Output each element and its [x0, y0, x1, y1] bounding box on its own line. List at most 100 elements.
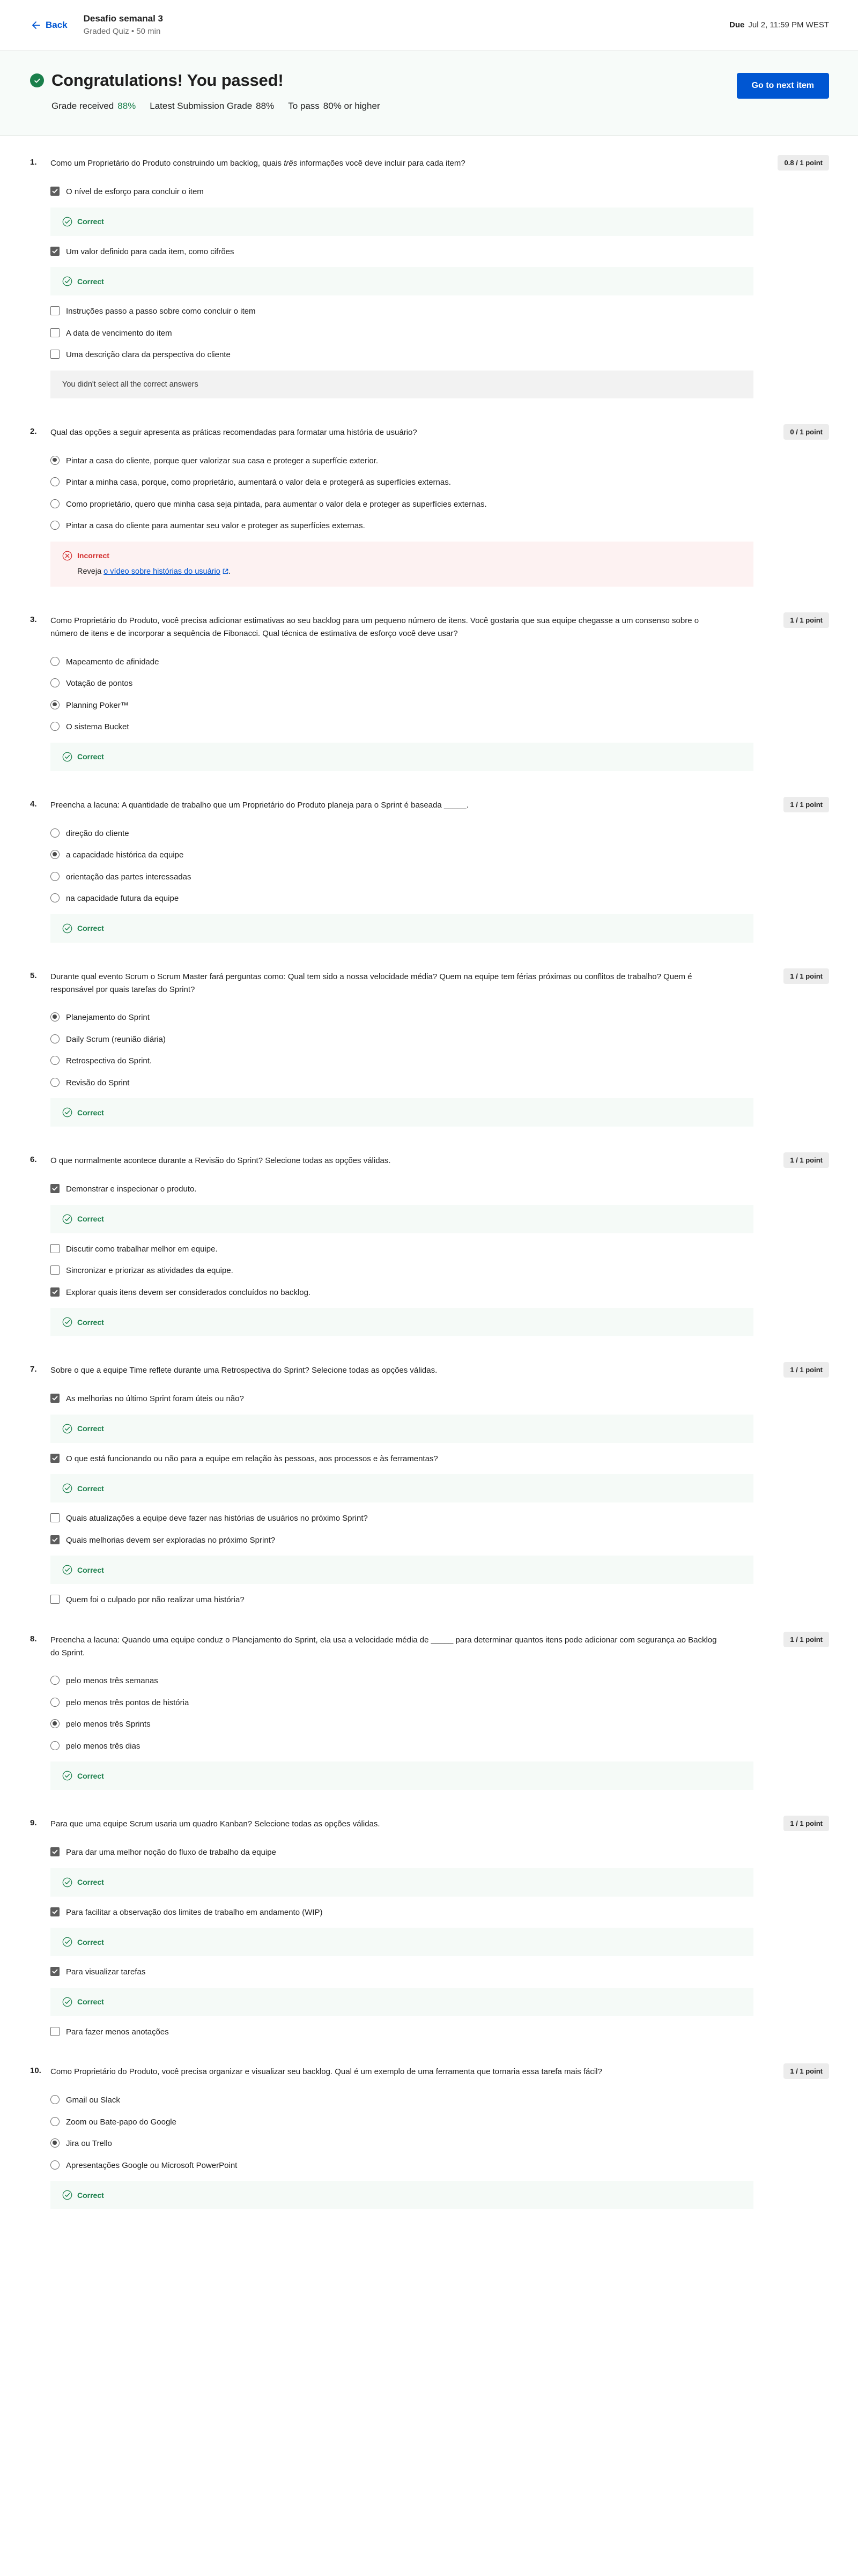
radio-unselected-icon[interactable] — [50, 656, 60, 666]
option-row[interactable]: O nível de esforço para concluir o item — [50, 181, 829, 203]
option-row[interactable]: Planning Poker™ — [50, 695, 829, 717]
option-row[interactable]: Instruções passo a passo sobre como conc… — [50, 301, 829, 323]
checkbox-unchecked-icon[interactable] — [50, 350, 60, 359]
option-row[interactable]: orientação das partes interessadas — [50, 867, 829, 889]
option-row[interactable]: Quem foi o culpado por não realizar uma … — [50, 1589, 829, 1611]
option-row[interactable]: Quais atualizações a equipe deve fazer n… — [50, 1508, 829, 1530]
check-circle-icon — [62, 1483, 72, 1493]
option-row[interactable]: Sincronizar e priorizar as atividades da… — [50, 1260, 829, 1282]
radio-selected-icon[interactable] — [50, 1719, 60, 1729]
option-label: pelo menos três Sprints — [66, 1720, 151, 1729]
option-row[interactable]: Quais melhorias devem ser exploradas no … — [50, 1530, 829, 1552]
option-label: pelo menos três semanas — [66, 1676, 158, 1686]
option-row[interactable]: Para facilitar a observação dos limites … — [50, 1902, 829, 1924]
option-row[interactable]: Revisão do Sprint — [50, 1072, 829, 1094]
option-row[interactable]: Planejamento do Sprint — [50, 1007, 829, 1029]
radio-unselected-icon[interactable] — [50, 477, 60, 486]
feedback-correct: Correct — [50, 1868, 753, 1897]
option-label: Votação de pontos — [66, 679, 133, 689]
option-row[interactable]: direção do cliente — [50, 823, 829, 845]
radio-unselected-icon[interactable] — [50, 1741, 60, 1750]
option-row[interactable]: Um valor definido para cada item, como c… — [50, 241, 829, 263]
checkbox-unchecked-icon[interactable] — [50, 306, 60, 315]
radio-unselected-icon[interactable] — [50, 2116, 60, 2126]
radio-selected-icon[interactable] — [50, 850, 60, 860]
feedback-correct: Correct — [50, 1987, 753, 2016]
option-row[interactable]: Votação de pontos — [50, 673, 829, 695]
checkbox-checked-icon[interactable] — [50, 246, 60, 256]
checkbox-unchecked-icon[interactable] — [50, 1265, 60, 1275]
option-row[interactable]: Gmail ou Slack — [50, 2090, 829, 2112]
question-block: 9. Para que uma equipe Scrum usaria um qu… — [30, 1816, 829, 2061]
go-to-next-item-button[interactable]: Go to next item — [736, 73, 829, 99]
option-row[interactable]: Retrospectiva do Sprint. — [50, 1050, 829, 1072]
feedback-label: Correct — [77, 217, 104, 226]
checkbox-checked-icon[interactable] — [50, 1967, 60, 1977]
question-number: 10. — [30, 2066, 41, 2076]
option-row[interactable]: pelo menos três dias — [50, 1736, 829, 1758]
radio-selected-icon[interactable] — [50, 1012, 60, 1022]
radio-unselected-icon[interactable] — [50, 1056, 60, 1065]
option-label: Explorar quais itens devem ser considera… — [66, 1287, 311, 1297]
checkbox-checked-icon[interactable] — [50, 1907, 60, 1916]
option-row[interactable]: Daily Scrum (reunião diária) — [50, 1029, 829, 1051]
checkbox-unchecked-icon[interactable] — [50, 328, 60, 337]
option-row[interactable]: Jira ou Trello — [50, 2133, 829, 2155]
option-row[interactable]: pelo menos três semanas — [50, 1670, 829, 1692]
option-row[interactable]: Pintar a casa do cliente, porque quer va… — [50, 450, 829, 472]
option-row[interactable]: Apresentações Google ou Microsoft PowerP… — [50, 2155, 829, 2177]
radio-unselected-icon[interactable] — [50, 678, 60, 688]
radio-selected-icon[interactable] — [50, 2138, 60, 2148]
checkbox-unchecked-icon[interactable] — [50, 2026, 60, 2036]
option-row[interactable]: na capacidade futura da equipe — [50, 888, 829, 910]
checkbox-checked-icon[interactable] — [50, 1394, 60, 1403]
option-row[interactable]: Para visualizar tarefas — [50, 1961, 829, 1983]
radio-unselected-icon[interactable] — [50, 893, 60, 903]
radio-unselected-icon[interactable] — [50, 722, 60, 731]
option-row[interactable]: Pintar a minha casa, porque, como propri… — [50, 472, 829, 494]
checkbox-checked-icon[interactable] — [50, 1453, 60, 1463]
radio-unselected-icon[interactable] — [50, 499, 60, 508]
arrow-left-icon — [32, 21, 40, 29]
option-row[interactable]: Zoom ou Bate-papo do Google — [50, 2112, 829, 2134]
option-row[interactable]: Mapeamento de afinidade — [50, 652, 829, 673]
checkbox-checked-icon[interactable] — [50, 1184, 60, 1194]
option-row[interactable]: Pintar a casa do cliente para aumentar s… — [50, 515, 829, 537]
option-row[interactable]: As melhorias no último Sprint foram útei… — [50, 1388, 829, 1410]
checkbox-unchecked-icon[interactable] — [50, 1243, 60, 1253]
radio-unselected-icon[interactable] — [50, 1676, 60, 1685]
radio-unselected-icon[interactable] — [50, 2095, 60, 2105]
option-row[interactable]: Discutir como trabalhar melhor em equipe… — [50, 1239, 829, 1261]
radio-unselected-icon[interactable] — [50, 1034, 60, 1043]
option-row[interactable]: Como proprietário, quero que minha casa … — [50, 494, 829, 516]
checkbox-unchecked-icon[interactable] — [50, 1595, 60, 1604]
checkbox-unchecked-icon[interactable] — [50, 1513, 60, 1523]
radio-unselected-icon[interactable] — [50, 521, 60, 530]
checkbox-checked-icon[interactable] — [50, 187, 60, 196]
radio-unselected-icon[interactable] — [50, 1697, 60, 1707]
option-row[interactable]: A data de vencimento do item — [50, 323, 829, 345]
checkbox-checked-icon[interactable] — [50, 1535, 60, 1544]
option-row[interactable]: pelo menos três Sprints — [50, 1714, 829, 1736]
option-row[interactable]: O sistema Bucket — [50, 716, 829, 738]
option-row[interactable]: Para dar uma melhor noção do fluxo de tr… — [50, 1842, 829, 1864]
option-row[interactable]: Uma descrição clara da perspectiva do cl… — [50, 344, 829, 366]
checkbox-checked-icon[interactable] — [50, 1847, 60, 1857]
option-row[interactable]: Para fazer menos anotações — [50, 2022, 829, 2044]
option-row[interactable]: a capacidade histórica da equipe — [50, 845, 829, 867]
option-row[interactable]: O que está funcionando ou não para a equ… — [50, 1448, 829, 1470]
radio-unselected-icon[interactable] — [50, 1077, 60, 1087]
review-video-link[interactable]: o vídeo sobre histórias do usuário — [103, 567, 220, 576]
option-row[interactable]: pelo menos três pontos de história — [50, 1692, 829, 1714]
checkbox-checked-icon[interactable] — [50, 1287, 60, 1297]
radio-unselected-icon[interactable] — [50, 2160, 60, 2170]
radio-selected-icon[interactable] — [50, 700, 60, 709]
radio-unselected-icon[interactable] — [50, 828, 60, 838]
radio-selected-icon[interactable] — [50, 455, 60, 465]
radio-unselected-icon[interactable] — [50, 871, 60, 881]
back-button[interactable]: Back — [30, 20, 68, 31]
option-label: Como proprietário, quero que minha casa … — [66, 499, 487, 509]
option-row[interactable]: Demonstrar e inspecionar o produto. — [50, 1179, 829, 1201]
option-row[interactable]: Explorar quais itens devem ser considera… — [50, 1282, 829, 1304]
question-header: 10. Como Proprietário do Produto, você pr… — [30, 2063, 829, 2079]
